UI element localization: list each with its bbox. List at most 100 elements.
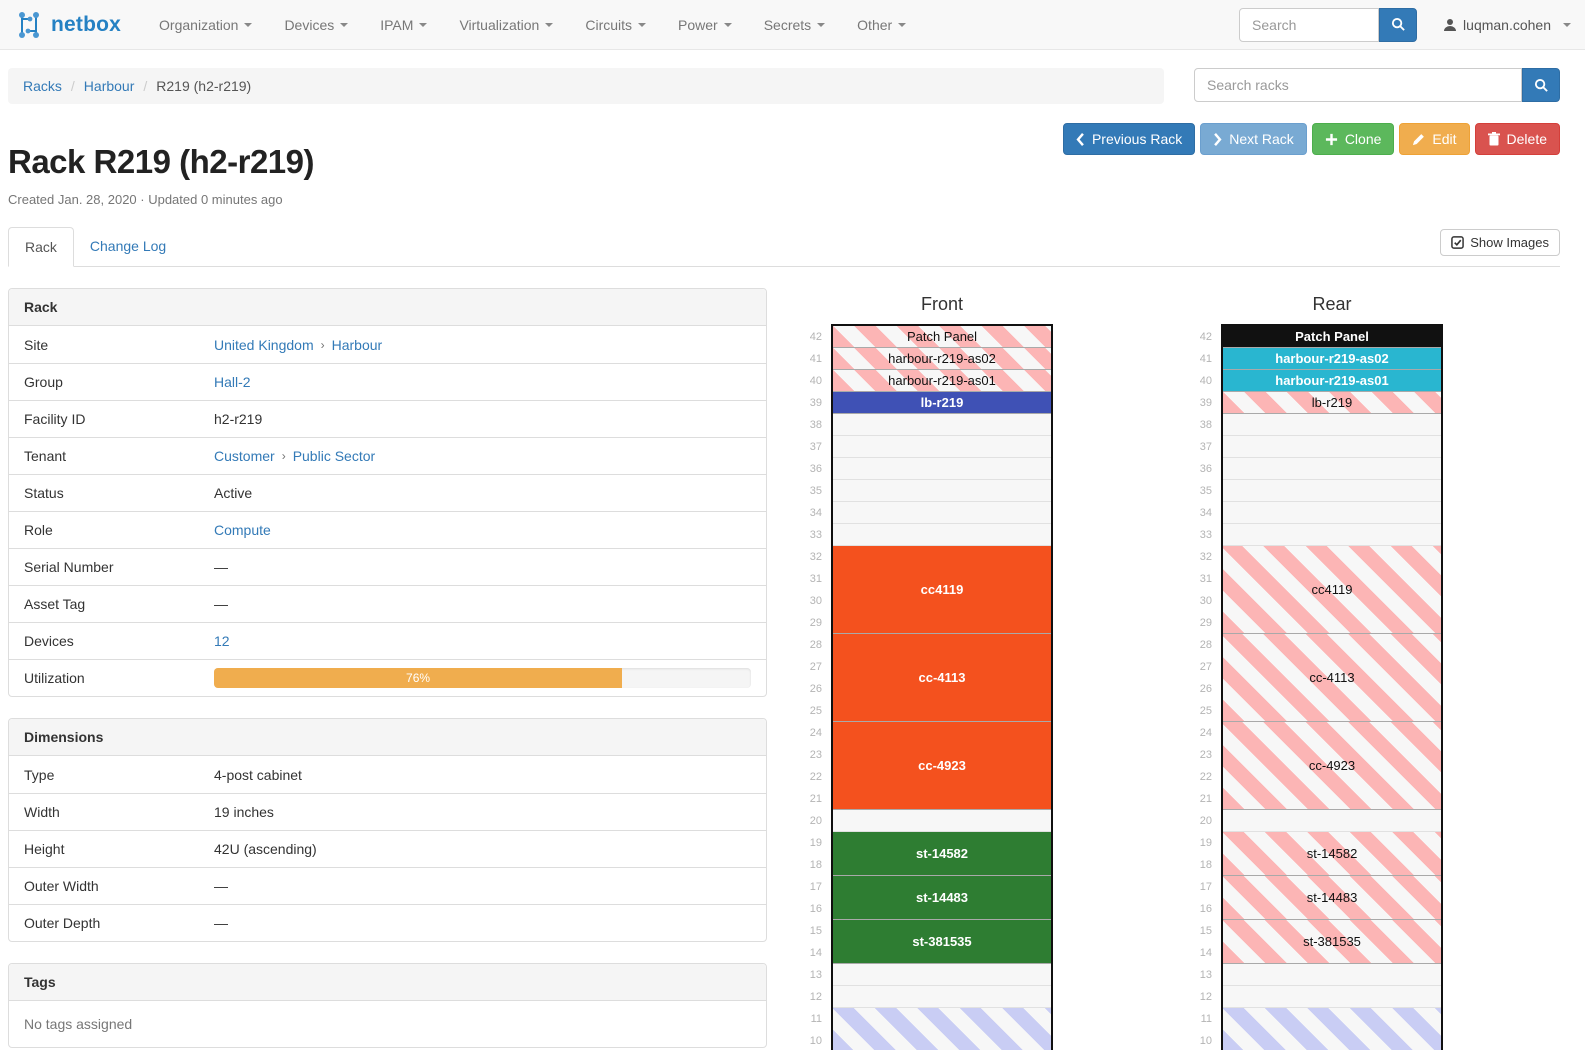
rack-device[interactable]: Patch Panel	[833, 326, 1051, 348]
rack-unit-empty[interactable]	[833, 480, 1051, 502]
top-navbar: netbox OrganizationDevicesIPAMVirtualiza…	[0, 0, 1585, 50]
nav-item-circuits[interactable]: Circuits	[569, 2, 662, 48]
rack-device[interactable]: Patch Panel	[1223, 326, 1441, 348]
caret-down-icon	[419, 23, 427, 27]
rack-device[interactable]: lb-r219	[1223, 392, 1441, 414]
rack-unit-empty[interactable]	[1223, 436, 1441, 458]
rack-device[interactable]: harbour-r219-as02	[833, 348, 1051, 370]
rack-device[interactable]: lb-r219	[833, 392, 1051, 414]
nav-item-power[interactable]: Power	[662, 2, 748, 48]
rack-unit-empty[interactable]	[1223, 414, 1441, 436]
trash-icon	[1488, 132, 1500, 146]
rack-unit-empty[interactable]	[1223, 524, 1441, 546]
rack-device[interactable]: cc-4113	[833, 634, 1051, 722]
edit-button[interactable]: Edit	[1399, 123, 1469, 155]
unit-number: 20	[1185, 810, 1212, 832]
netbox-brand[interactable]: netbox	[14, 10, 121, 40]
unit-number: 16	[795, 898, 822, 920]
unit-number: 31	[795, 568, 822, 590]
rack-unit-empty[interactable]	[1223, 986, 1441, 1008]
rack-unit-empty[interactable]	[833, 986, 1051, 1008]
nav-item-devices[interactable]: Devices	[268, 2, 364, 48]
unit-number: 33	[1185, 524, 1212, 546]
breadcrumb-item[interactable]: Harbour	[84, 78, 135, 94]
rack-unit-empty[interactable]	[1223, 964, 1441, 986]
rack-device[interactable]: harbour-r219-as01	[833, 370, 1051, 392]
rack-device[interactable]: cc4119	[833, 546, 1051, 634]
record-meta: Created Jan. 28, 2020 · Updated 0 minute…	[8, 192, 314, 207]
unit-number: 40	[1185, 370, 1212, 392]
caret-down-icon	[340, 23, 348, 27]
rack-search-input[interactable]	[1194, 68, 1522, 102]
nav-item-organization[interactable]: Organization	[143, 2, 268, 48]
rack-unit-empty[interactable]	[1223, 480, 1441, 502]
unit-number: 15	[1185, 920, 1212, 942]
breadcrumb-item[interactable]: Racks	[23, 78, 62, 94]
tenant-group-link[interactable]: Customer	[214, 448, 275, 464]
unit-number: 23	[1185, 744, 1212, 766]
rack-unit-empty[interactable]	[1223, 458, 1441, 480]
caret-down-icon	[1563, 23, 1571, 27]
chevron-right-icon: ›	[282, 449, 286, 463]
rack-reservation[interactable]	[1223, 1008, 1441, 1050]
rack-device[interactable]: st-14582	[1223, 832, 1441, 876]
rack-unit-empty[interactable]	[833, 810, 1051, 832]
show-images-button[interactable]: Show Images	[1440, 229, 1560, 256]
rack-unit-empty[interactable]	[833, 964, 1051, 986]
unit-number: 37	[795, 436, 822, 458]
rack-search-button[interactable]	[1522, 68, 1560, 102]
nav-item-secrets[interactable]: Secrets	[748, 2, 841, 48]
unit-number: 33	[795, 524, 822, 546]
rear-elevation: Rear424140393837363534333231302928272625…	[1185, 294, 1443, 1050]
unit-number: 25	[795, 700, 822, 722]
user-menu[interactable]: luqman.cohen	[1443, 17, 1571, 33]
rack-unit-empty[interactable]	[1223, 810, 1441, 832]
nav-search-input[interactable]	[1239, 8, 1379, 42]
nav-item-other[interactable]: Other	[841, 2, 922, 48]
rack-unit-empty[interactable]	[833, 502, 1051, 524]
unit-number: 10	[795, 1030, 822, 1050]
rack-device[interactable]: cc-4113	[1223, 634, 1441, 722]
rack-device[interactable]: st-381535	[1223, 920, 1441, 964]
nav-item-ipam[interactable]: IPAM	[364, 2, 443, 48]
rack-reservation[interactable]	[833, 1008, 1051, 1050]
nav-search-button[interactable]	[1379, 8, 1417, 42]
site-link[interactable]: Harbour	[332, 337, 383, 353]
outer-width-value: —	[214, 878, 228, 894]
rack-device[interactable]: harbour-r219-as02	[1223, 348, 1441, 370]
rack-device[interactable]: cc-4923	[1223, 722, 1441, 810]
rack-unit-empty[interactable]	[833, 436, 1051, 458]
rack-unit-empty[interactable]	[833, 524, 1051, 546]
tab-change-log[interactable]: Change Log	[74, 227, 182, 267]
rack-device[interactable]: st-14483	[833, 876, 1051, 920]
unit-number: 40	[795, 370, 822, 392]
next-rack-button[interactable]: Next Rack	[1200, 123, 1307, 155]
rack-device[interactable]: cc4119	[1223, 546, 1441, 634]
group-link[interactable]: Hall-2	[214, 374, 251, 390]
unit-number: 16	[1185, 898, 1212, 920]
unit-number: 34	[1185, 502, 1212, 524]
delete-button[interactable]: Delete	[1475, 123, 1560, 155]
site-parent-link[interactable]: United Kingdom	[214, 337, 314, 353]
rack-device[interactable]: cc-4923	[833, 722, 1051, 810]
rack-device[interactable]: st-14483	[1223, 876, 1441, 920]
outer-depth-value: —	[214, 915, 228, 931]
devices-count-link[interactable]: 12	[214, 633, 230, 649]
role-link[interactable]: Compute	[214, 522, 271, 538]
rack-unit-empty[interactable]	[1223, 502, 1441, 524]
caret-down-icon	[898, 23, 906, 27]
rack-device[interactable]: st-14582	[833, 832, 1051, 876]
previous-rack-button[interactable]: Previous Rack	[1063, 123, 1195, 155]
tab-rack[interactable]: Rack	[8, 227, 74, 267]
unit-number: 34	[795, 502, 822, 524]
pencil-icon	[1412, 133, 1425, 146]
row-width: Width 19 inches	[9, 793, 766, 830]
caret-down-icon	[545, 23, 553, 27]
rack-unit-empty[interactable]	[833, 414, 1051, 436]
rack-device[interactable]: st-381535	[833, 920, 1051, 964]
clone-button[interactable]: Clone	[1312, 123, 1395, 155]
rack-unit-empty[interactable]	[833, 458, 1051, 480]
tenant-link[interactable]: Public Sector	[293, 448, 375, 464]
rack-device[interactable]: harbour-r219-as01	[1223, 370, 1441, 392]
nav-item-virtualization[interactable]: Virtualization	[443, 2, 569, 48]
